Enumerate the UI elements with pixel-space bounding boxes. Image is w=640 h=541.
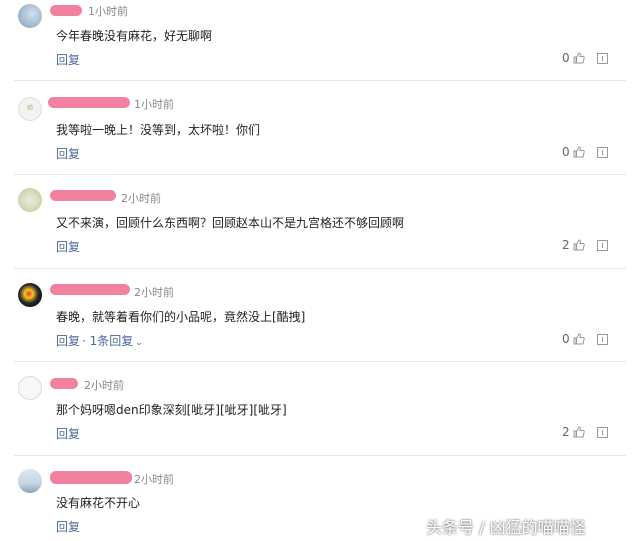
like-count: 0 (562, 145, 570, 159)
divider (14, 80, 626, 81)
divider (14, 361, 626, 362)
view-replies-label: · 1条回复 (82, 334, 134, 348)
comment-item: 1小时前 今年春晚没有麻花，好无聊啊 回复 0 (0, 0, 640, 82)
like-count: 2 (562, 425, 570, 439)
view-replies-link[interactable]: · 1条回复 ⌄ (82, 332, 143, 349)
comment-time: 2小时前 (84, 379, 124, 392)
divider (14, 174, 626, 175)
comment-text: 我等啦一晚上！没等到，太坏啦！你们 (56, 123, 261, 137)
reply-button[interactable]: 回复 (56, 51, 80, 68)
like-count: 0 (562, 51, 570, 65)
report-icon[interactable] (597, 240, 608, 251)
user-avatar[interactable] (18, 469, 42, 493)
chevron-down-icon: ⌄ (135, 338, 143, 348)
username-redacted[interactable] (50, 378, 78, 389)
comment-text: 春晚，就等着看你们的小品呢，竟然没上[酷拽] (56, 310, 306, 324)
thumbs-up-icon[interactable] (573, 333, 585, 345)
comment-item: 帅 1小时前 我等啦一晚上！没等到，太坏啦！你们 回复 0 (0, 82, 640, 176)
username-redacted[interactable] (50, 284, 130, 295)
username-redacted[interactable] (50, 5, 82, 16)
report-icon[interactable] (597, 334, 608, 345)
comment-time: 2小时前 (121, 192, 161, 205)
thumbs-up-icon[interactable] (573, 239, 585, 251)
user-avatar[interactable] (18, 4, 42, 28)
reply-button[interactable]: 回复 (56, 238, 80, 255)
like-count: 2 (562, 238, 570, 252)
report-icon[interactable] (597, 53, 608, 64)
user-avatar[interactable] (18, 188, 42, 212)
comment-item: 2小时前 那个妈呀嗯den印象深刻[呲牙][呲牙][呲牙] 回复 2 (0, 363, 640, 456)
watermark: 头条号 / 凶猛的喵喵怪 (426, 518, 586, 537)
thumbs-up-icon[interactable] (573, 146, 585, 158)
thumbs-up-icon[interactable] (573, 52, 585, 64)
reply-button[interactable]: 回复 (56, 425, 80, 442)
comment-item: 2小时前 又不来演，回顾什么东西啊？回顾赵本山不是九宫格还不够回顾啊 回复 2 (0, 176, 640, 269)
report-icon[interactable] (597, 427, 608, 438)
user-avatar[interactable]: 帅 (18, 97, 42, 121)
username-redacted[interactable] (50, 190, 116, 201)
like-count: 0 (562, 332, 570, 346)
comment-time: 2小时前 (134, 286, 174, 299)
comment-text: 今年春晚没有麻花，好无聊啊 (56, 29, 213, 43)
comment-time: 1小时前 (134, 98, 174, 111)
comment-text: 没有麻花不开心 (56, 496, 141, 510)
reply-button[interactable]: 回复 (56, 145, 80, 162)
username-redacted[interactable] (48, 97, 130, 108)
avatar-text: 帅 (26, 105, 33, 112)
comment-item: 2小时前 春晚，就等着看你们的小品呢，竟然没上[酷拽] 回复 · 1条回复 ⌄ 0 (0, 269, 640, 363)
comment-time: 2小时前 (134, 473, 174, 486)
user-avatar[interactable] (18, 376, 42, 400)
reply-button[interactable]: 回复 (56, 332, 80, 349)
reply-button[interactable]: 回复 (56, 518, 80, 535)
username-redacted[interactable] (50, 471, 132, 484)
comment-time: 1小时前 (88, 5, 128, 18)
thumbs-up-icon[interactable] (573, 426, 585, 438)
report-icon[interactable] (597, 147, 608, 158)
user-avatar[interactable] (18, 283, 42, 307)
comment-text: 那个妈呀嗯den印象深刻[呲牙][呲牙][呲牙] (56, 403, 287, 417)
comment-text: 又不来演，回顾什么东西啊？回顾赵本山不是九宫格还不够回顾啊 (56, 216, 405, 230)
